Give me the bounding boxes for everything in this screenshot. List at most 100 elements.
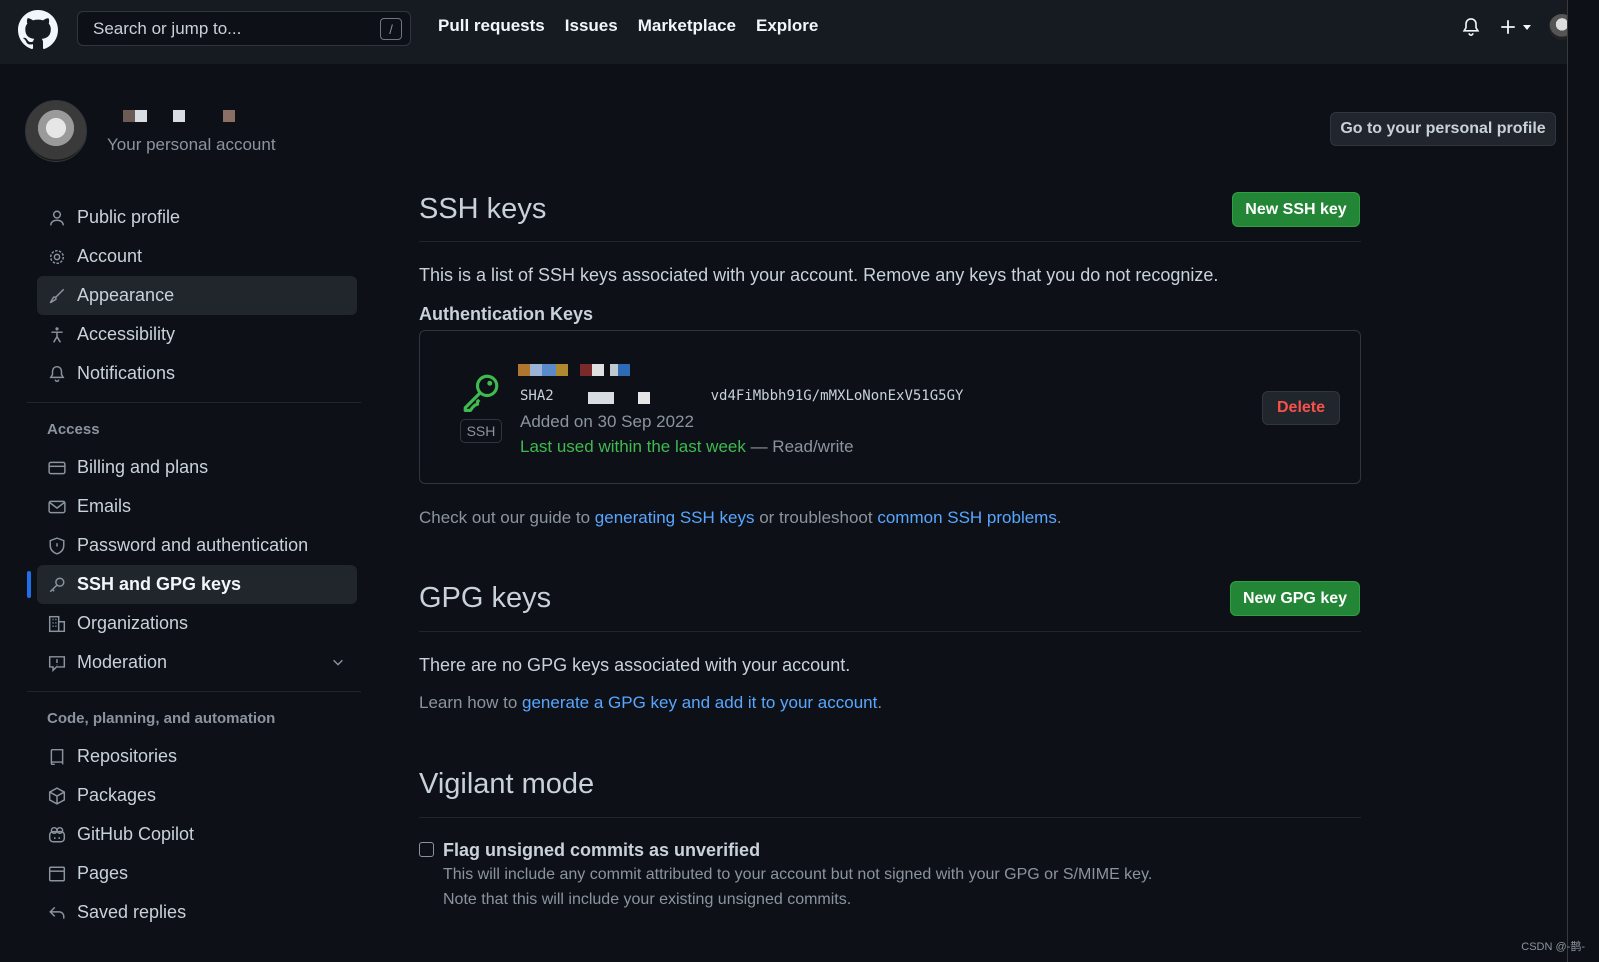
sidebar-item-organizations[interactable]: Organizations [37, 604, 357, 643]
sidebar-item-billing[interactable]: Billing and plans [37, 448, 357, 487]
sidebar-item-password-auth[interactable]: Password and authentication [37, 526, 357, 565]
sidebar-item-label: Organizations [77, 613, 189, 633]
sidebar-item-emails[interactable]: Emails [37, 487, 357, 526]
flag-unsigned-checkbox[interactable] [419, 842, 434, 857]
delete-key-button[interactable]: Delete [1262, 391, 1340, 425]
redacted-key-title [518, 364, 630, 376]
sidebar-item-accessibility[interactable]: Accessibility [37, 315, 357, 354]
common-ssh-problems-link[interactable]: common SSH problems [877, 508, 1057, 527]
github-logo-icon[interactable] [18, 10, 58, 50]
gear-icon [47, 247, 67, 267]
key-fingerprint: SHA2 vd4FiMbbh91G/mMXLoNonExV51G5GY [520, 388, 963, 404]
sidebar-item-label: Pages [77, 863, 129, 883]
sidebar-item-label: Packages [77, 785, 157, 805]
sidebar-item-packages[interactable]: Packages [37, 776, 357, 815]
sidebar-item-label: Public profile [77, 207, 181, 227]
organization-icon [47, 614, 67, 634]
section-divider [419, 631, 1361, 632]
sidebar-item-label: Accessibility [77, 324, 176, 344]
sidebar-item-label: Notifications [77, 363, 176, 383]
ssh-keys-heading: SSH keys [419, 193, 547, 225]
top-header: Search or jump to... / Pull requests Iss… [0, 0, 1599, 64]
copilot-icon [47, 825, 67, 845]
shield-icon [47, 536, 67, 556]
profile-avatar[interactable] [25, 100, 87, 162]
vigilant-help-1: This will include any commit attributed … [443, 866, 1153, 883]
bell-icon [47, 364, 67, 384]
paintbrush-icon [47, 286, 67, 306]
key-icon [463, 374, 499, 412]
learn-prefix: Learn how to [419, 693, 523, 712]
reply-icon [47, 903, 67, 923]
sidebar-divider [27, 402, 361, 403]
window-edge [1567, 0, 1599, 962]
guide-prefix: Check out our guide to [419, 508, 595, 527]
ssh-description: This is a list of SSH keys associated wi… [419, 265, 1219, 285]
new-ssh-key-button[interactable]: New SSH key [1232, 192, 1360, 227]
bell-icon[interactable] [1461, 17, 1481, 37]
sidebar-item-public-profile[interactable]: Public profile [37, 198, 357, 237]
sidebar-item-label: Billing and plans [77, 457, 209, 477]
report-icon [47, 653, 67, 673]
person-icon [47, 208, 67, 228]
go-to-profile-button[interactable]: Go to your personal profile [1330, 112, 1556, 146]
ssh-guide-text: Check out our guide to generating SSH ke… [419, 508, 1062, 528]
sidebar-item-copilot[interactable]: GitHub Copilot [37, 815, 357, 854]
sidebar-item-saved-replies[interactable]: Saved replies [37, 893, 357, 932]
nav-pull-requests[interactable]: Pull requests [438, 16, 545, 36]
sidebar-item-appearance[interactable]: Appearance [37, 276, 357, 315]
top-nav: Pull requests Issues Marketplace Explore [438, 16, 818, 36]
browser-icon [47, 864, 67, 884]
watermark: CSDN @-鹊- [1521, 941, 1585, 953]
sidebar-divider [27, 691, 361, 692]
vigilant-help-2: Note that this will include your existin… [443, 891, 852, 908]
sidebar-item-label: GitHub Copilot [77, 824, 195, 844]
key-last-used: Last used within the last week — Read/wr… [520, 437, 854, 457]
sidebar-section-access: Access [47, 420, 100, 438]
gpg-learn-text: Learn how to generate a GPG key and add … [419, 693, 882, 713]
key-access-level: — Read/write [745, 437, 854, 456]
sidebar-item-label: Password and authentication [77, 535, 309, 555]
mail-icon [47, 497, 67, 517]
settings-sidebar: Public profile Account Appearance Access… [27, 198, 361, 932]
credit-card-icon [47, 458, 67, 478]
nav-issues[interactable]: Issues [565, 16, 618, 36]
accessibility-icon [47, 325, 67, 345]
gpg-empty-text: There are no GPG keys associated with yo… [419, 655, 851, 675]
guide-middle: or troubleshoot [754, 508, 878, 527]
create-new-dropdown[interactable] [1499, 18, 1531, 36]
redacted-username [123, 110, 235, 122]
generate-gpg-key-link[interactable]: generate a GPG key and add it to your ac… [522, 693, 877, 712]
sidebar-item-label: Moderation [77, 652, 168, 672]
chevron-down-icon[interactable] [331, 655, 345, 669]
search-shortcut-hint: / [380, 18, 402, 40]
last-used-text: Last used within the last week [520, 437, 746, 456]
plus-icon [1501, 20, 1515, 34]
sidebar-item-repositories[interactable]: Repositories [37, 737, 357, 776]
search-input[interactable]: Search or jump to... / [77, 11, 411, 46]
auth-keys-heading: Authentication Keys [419, 304, 594, 324]
sidebar-item-moderation[interactable]: Moderation [37, 643, 357, 682]
key-added-date: Added on 30 Sep 2022 [520, 412, 694, 431]
sidebar-item-ssh-gpg-keys[interactable]: SSH and GPG keys [27, 565, 357, 604]
fingerprint-suffix: vd4FiMbbh91G/mMXLoNonExV51G5GY [710, 388, 964, 404]
sidebar-item-pages[interactable]: Pages [37, 854, 357, 893]
sidebar-item-label: Repositories [77, 746, 178, 766]
search-placeholder: Search or jump to... [93, 18, 242, 38]
sidebar-item-label: Emails [77, 496, 132, 516]
sidebar-item-label: Appearance [77, 285, 175, 305]
sidebar-item-label: SSH and GPG keys [77, 574, 242, 594]
gpg-keys-heading: GPG keys [419, 582, 552, 614]
generating-ssh-keys-link[interactable]: generating SSH keys [595, 508, 755, 527]
new-gpg-key-button[interactable]: New GPG key [1230, 581, 1360, 616]
profile-subtitle: Your personal account [107, 135, 276, 154]
sidebar-item-notifications[interactable]: Notifications [37, 354, 357, 393]
section-divider [419, 241, 1361, 242]
nav-marketplace[interactable]: Marketplace [638, 16, 736, 36]
sidebar-section-code: Code, planning, and automation [47, 709, 276, 727]
package-icon [47, 786, 67, 806]
nav-explore[interactable]: Explore [756, 16, 818, 36]
sidebar-item-account[interactable]: Account [37, 237, 357, 276]
flag-unsigned-label[interactable]: Flag unsigned commits as unverified [443, 840, 760, 861]
ssh-key-item: SSH SHA2 vd4FiMbbh91G/mMXLoNonExV51G5GY … [419, 330, 1361, 484]
